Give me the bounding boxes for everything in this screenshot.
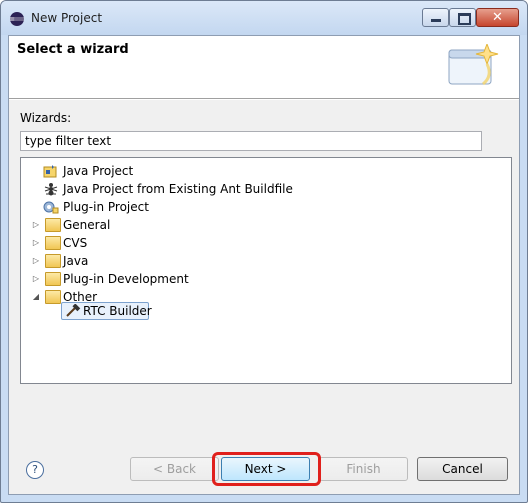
finish-button[interactable]: Finish	[319, 457, 408, 481]
tree-item-cvs[interactable]: ▷ CVS	[21, 234, 321, 252]
tree-item-rtc-builder[interactable]: RTC Builder	[21, 302, 321, 320]
tree-item-plugin-development[interactable]: ▷ Plug-in Development	[21, 270, 321, 288]
tree-item-java[interactable]: ▷ Java	[21, 252, 321, 270]
tree-item-label: General	[63, 218, 111, 232]
minimize-icon	[431, 19, 441, 22]
new-project-dialog: New Project ✕ Select a wizard Wizards: t…	[0, 0, 528, 503]
folder-icon	[45, 236, 61, 250]
tree-item-label: Plug-in Development	[63, 272, 189, 286]
page-title: Select a wizard	[17, 42, 129, 57]
hammer-icon	[66, 304, 81, 317]
eclipse-icon	[10, 12, 24, 26]
cancel-button[interactable]: Cancel	[417, 457, 508, 481]
plugin-project-icon	[43, 201, 59, 214]
close-icon: ✕	[492, 10, 503, 25]
window-title: New Project	[31, 11, 103, 25]
tree-item-label: Plug-in Project	[63, 200, 149, 214]
tree-item-label: Java Project from Existing Ant Buildfile	[63, 182, 293, 196]
folder-icon	[45, 218, 61, 232]
close-button[interactable]: ✕	[476, 8, 519, 27]
tree-item-general[interactable]: ▷ General	[21, 216, 321, 234]
expand-arrow-icon[interactable]: ▷	[31, 252, 41, 270]
java-project-icon	[43, 165, 57, 178]
tree-item-label: RTC Builder	[83, 304, 152, 318]
dialog-content: Select a wizard Wizards: Java Project	[8, 35, 520, 495]
next-button-highlight	[212, 452, 321, 486]
maximize-button[interactable]	[449, 8, 476, 27]
tree-item-label: Java	[63, 254, 89, 268]
header-separator	[9, 99, 519, 100]
tree-item-ant-project[interactable]: Java Project from Existing Ant Buildfile	[21, 180, 321, 198]
minimize-button[interactable]	[422, 8, 449, 27]
expand-arrow-icon[interactable]: ▷	[31, 216, 41, 234]
wizard-banner-icon	[448, 44, 499, 86]
back-button[interactable]: < Back	[130, 457, 219, 481]
tree-item-java-project[interactable]: Java Project	[21, 162, 321, 180]
wizard-tree[interactable]: Java Project Java Project from Existing …	[20, 157, 512, 384]
maximize-icon	[458, 13, 471, 25]
expand-arrow-icon[interactable]: ▷	[31, 234, 41, 252]
tree-item-label: CVS	[63, 236, 88, 250]
help-button[interactable]: ?	[26, 461, 44, 479]
wizard-header: Select a wizard	[9, 36, 519, 99]
wizards-label: Wizards:	[20, 111, 72, 125]
tree-item-label: Java Project	[63, 164, 134, 178]
folder-icon	[45, 254, 61, 268]
expand-arrow-icon[interactable]: ▷	[31, 270, 41, 288]
ant-icon	[44, 183, 58, 196]
title-bar[interactable]: New Project ✕	[1, 1, 527, 35]
filter-input[interactable]	[20, 131, 482, 151]
folder-icon	[45, 272, 61, 286]
tree-item-plugin-project[interactable]: Plug-in Project	[21, 198, 321, 216]
